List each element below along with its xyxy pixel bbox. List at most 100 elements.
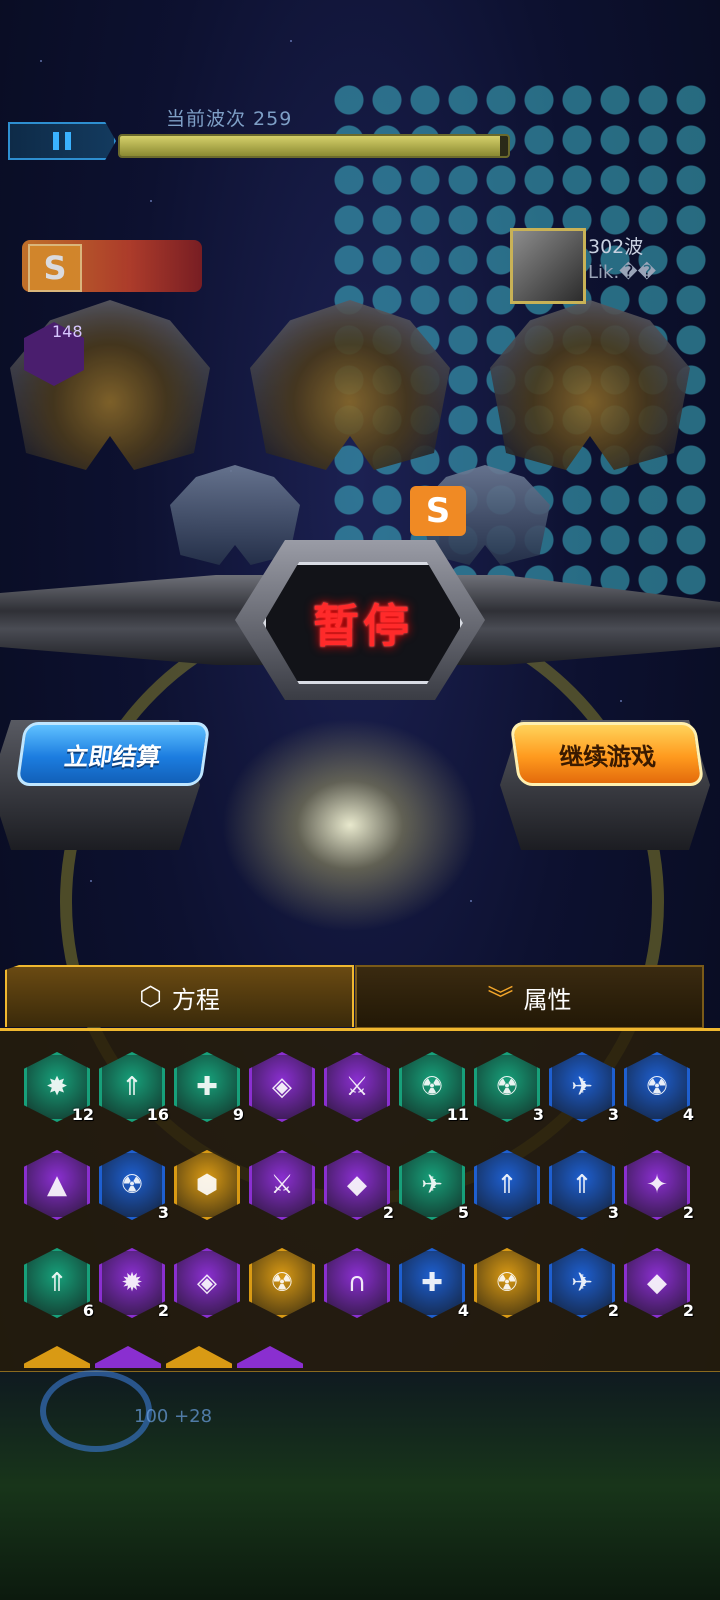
fleet-upgrade-icon: ⇑ [24,1248,90,1318]
skill-item[interactable]: ◆ 2 [624,1248,694,1320]
skill-item[interactable]: ◆ 2 [324,1150,394,1222]
skill-glyph: ◈ [197,1268,217,1298]
continue-game-button[interactable]: 继续游戏 [509,722,705,786]
wave-progress-fill [120,136,501,156]
radiation-swirl-icon: ☢ [99,1150,165,1220]
skill-item[interactable]: ✚ 4 [399,1248,469,1320]
skill-item[interactable]: ✚ 9 [174,1052,244,1124]
skill-count: 2 [682,1203,694,1222]
skill-glyph: ⇑ [571,1170,593,1200]
skill-item[interactable]: ⇑ 3 [549,1150,619,1222]
crystal-core-icon: ◈ [249,1052,315,1122]
skill-item[interactable]: ✦ 2 [624,1150,694,1222]
opponent-wave: 302波 [588,236,644,258]
strike-plus-icon: ✦ [624,1150,690,1220]
rocket-up-icon: ▲ [24,1150,90,1220]
skill-glyph: ✦ [646,1170,668,1200]
skill-glyph: ✸ [46,1072,68,1102]
skill-glyph: ✈ [421,1170,443,1200]
skill-item[interactable]: ◈ [174,1248,244,1320]
skill-glyph: ◆ [347,1170,367,1200]
cross-plus-icon: ✚ [399,1248,465,1318]
skill-item[interactable]: ✸ 12 [24,1052,94,1124]
skill-glyph: ✈ [571,1268,593,1298]
magnet-crystal-icon: ∩ [324,1248,390,1318]
skill-glyph: ☢ [120,1170,144,1200]
skill-item[interactable]: ∩ [324,1248,394,1320]
settle-now-button[interactable]: 立即结算 [15,722,211,786]
skill-count: 12 [71,1105,94,1124]
fleet-upgrade-icon: ⇑ [549,1150,615,1220]
skill-item[interactable]: ☢ [474,1248,544,1320]
skill-item[interactable]: ✈ 5 [399,1150,469,1222]
tab-attributes[interactable]: ︾ 属性 [355,965,704,1029]
skill-item[interactable]: ✈ 2 [549,1248,619,1320]
skill-item[interactable]: ⬢ [174,1150,244,1222]
skill-glyph: ◆ [647,1268,667,1298]
skill-glyph: ✚ [196,1072,218,1102]
rank-s-icon: S [28,244,82,292]
cross-plus-icon: ✚ [174,1052,240,1122]
skill-item[interactable]: ⚔ [249,1150,319,1222]
bio-sword-icon: ⚔ [249,1150,315,1220]
skill-count: 2 [607,1301,619,1320]
skill-glyph: ☢ [495,1072,519,1102]
ship-trail-icon: ✈ [399,1150,465,1220]
skill-glyph: ☢ [495,1268,519,1298]
skill-item[interactable]: ✈ 3 [549,1052,619,1124]
skill-item[interactable]: ▲ [24,1150,94,1222]
pause-button[interactable] [8,122,116,160]
tab-formula-label: 方程 [171,985,220,1014]
skill-item[interactable]: ⇑ 6 [24,1248,94,1320]
skill-item[interactable]: ☢ [249,1248,319,1320]
skill-grid: ✸ 12 ⇑ 16 ✚ 9 ◈ ⚔ ☢ 11 ☢ 3 ✈ 3 ☢ 4 ▲ ☢ 3 ⬢ ⚔ ◆ 2 ✈ 5 ⇑ ⇑ 3 ✦ 2 ⇑ 6 ✹ 2 ◈ ☢ ∩… [24,1052,704,1320]
skill-glyph: ▲ [47,1170,67,1200]
radiation-box-icon: ☢ [249,1248,315,1318]
current-wave-label: 当前波次 259 [166,108,293,130]
skill-item[interactable]: ☢ 4 [624,1052,694,1124]
pause-icon [53,132,71,150]
skill-item[interactable]: ☢ 11 [399,1052,469,1124]
skill-glyph: ⇑ [496,1170,518,1200]
skill-glyph: ☢ [270,1268,294,1298]
skill-count: 4 [457,1301,469,1320]
skill-glyph: ⚔ [270,1170,294,1200]
gold-ship-icon[interactable] [166,1346,232,1368]
skill-count: 11 [446,1105,469,1124]
buff-count: 148 [52,322,83,341]
star-glow [200,700,500,950]
skill-item[interactable]: ⇑ [474,1150,544,1222]
skill-count: 9 [232,1105,244,1124]
pause-title: 暂停 [313,599,413,653]
wave-progress-bar [118,134,510,158]
purple-ship-icon[interactable] [95,1346,161,1368]
skill-glyph: ✚ [421,1268,443,1298]
crystal-ship-icon: ◈ [174,1248,240,1318]
player-hp: 100 +28 [134,1406,213,1427]
skill-glyph: ☢ [420,1072,444,1102]
skill-item[interactable]: ⇑ 16 [99,1052,169,1124]
blast-upgrade-icon: ✹ [99,1248,165,1318]
skill-item[interactable]: ⚔ [324,1052,394,1124]
skill-item[interactable]: ✹ 2 [99,1248,169,1320]
skill-count: 16 [146,1105,169,1124]
skill-item[interactable]: ◈ [249,1052,319,1124]
radiation-blast-icon: ☢ [474,1248,540,1318]
double-chevron-down-icon: ︾ [487,984,514,1015]
skill-count: 4 [682,1105,694,1124]
tab-formula[interactable]: ⬡ 方程 [5,965,354,1027]
opponent-name: Lik.�� [588,262,657,283]
skill-item[interactable]: ☢ 3 [99,1150,169,1222]
opponent-avatar [510,228,586,304]
skill-glyph: ☢ [645,1072,669,1102]
skill-item[interactable]: ☢ 3 [474,1052,544,1124]
purple-core-icon[interactable] [237,1346,303,1368]
gold-orb-icon[interactable] [24,1346,90,1368]
skill-count: 3 [607,1203,619,1222]
skill-glyph: ✹ [121,1268,143,1298]
tab-attributes-label: 属性 [523,985,572,1014]
radiation-swirl-icon: ☢ [624,1052,690,1122]
skill-glyph: ✈ [571,1072,593,1102]
radiation-swirl-icon: ☢ [474,1052,540,1122]
s-powerup-drop: S [410,486,466,536]
